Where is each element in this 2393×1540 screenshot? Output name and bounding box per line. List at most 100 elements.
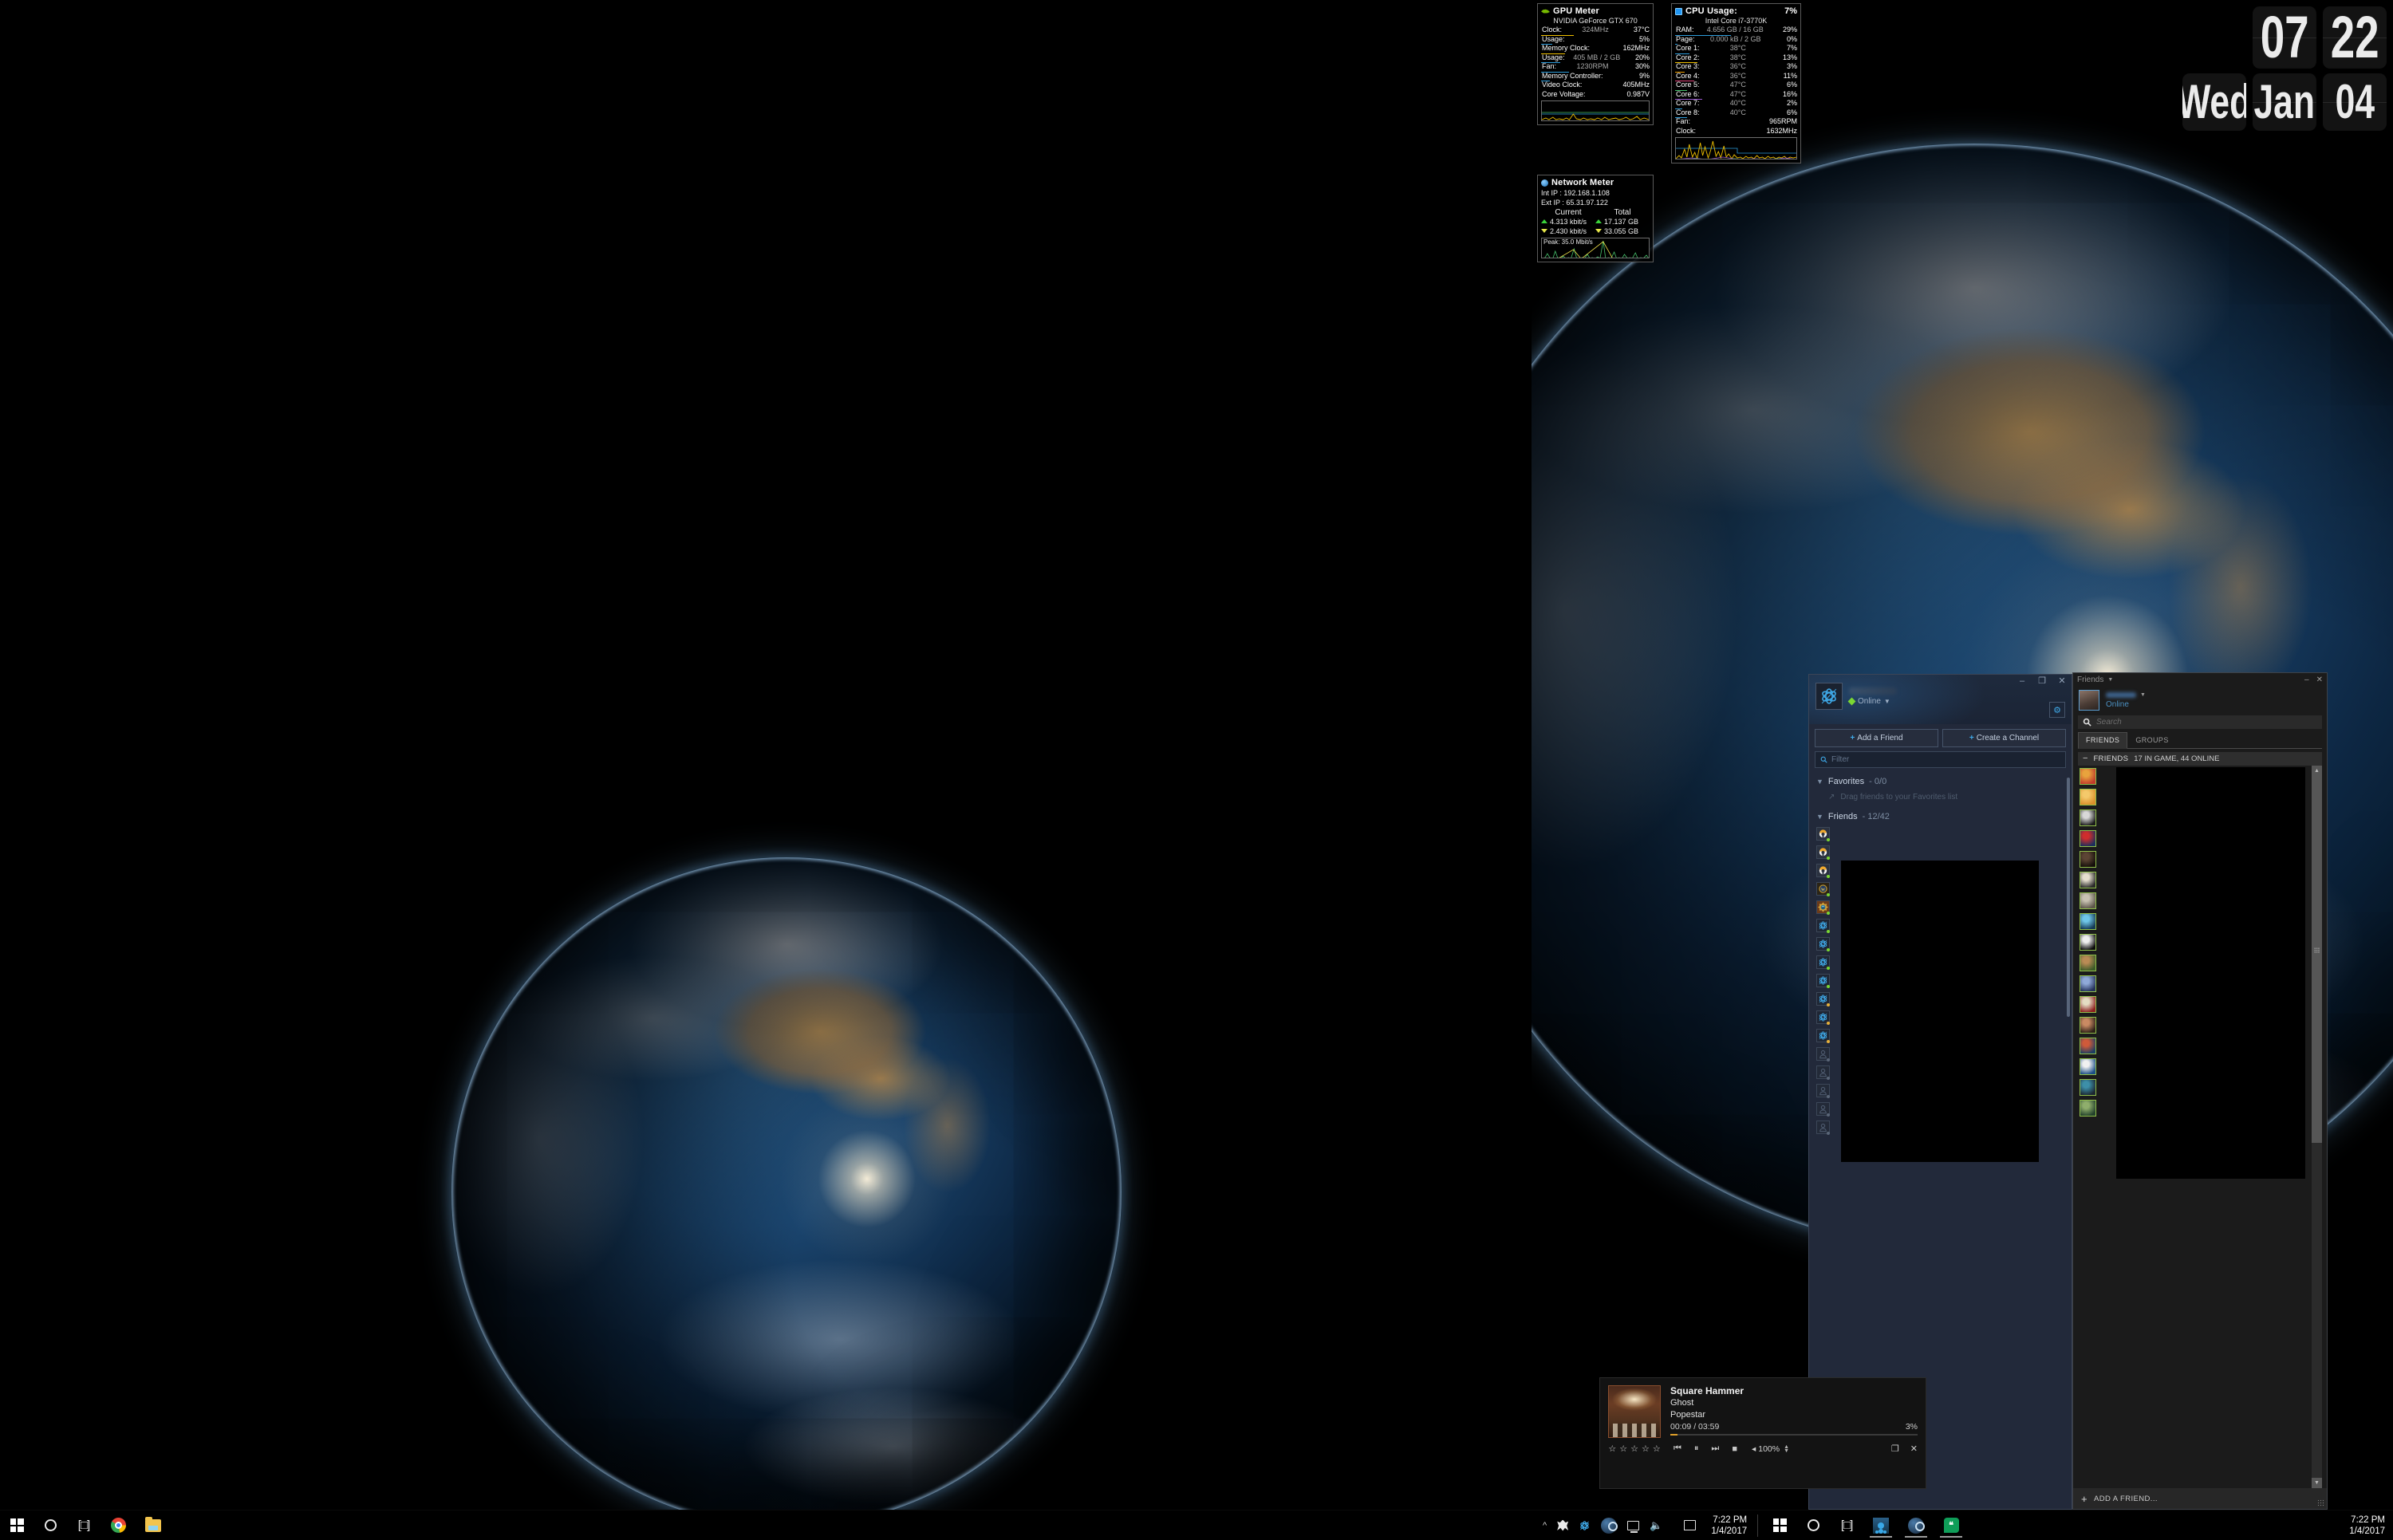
avatar[interactable] [2080,1016,2096,1034]
stop-button[interactable]: ■ [1732,1444,1737,1454]
tab-groups[interactable]: GROUPS [2127,732,2176,748]
start-button[interactable] [0,1510,34,1540]
task-view-button[interactable]: [□] [67,1510,101,1540]
media-player-widget[interactable]: Square Hammer Ghost Popestar 00:09 / 03:… [1599,1377,1926,1489]
avatar[interactable] [2080,767,2096,785]
cortana-search-button-right[interactable] [1796,1510,1830,1540]
battlenet-friend-row[interactable] [1809,843,2072,861]
steam-friends-group-header[interactable]: − FRIENDS 17 IN GAME, 44 ONLINE [2078,752,2322,766]
minus-icon[interactable]: − [2083,754,2087,763]
battlenet-scrollbar[interactable] [2067,778,2070,1017]
avatar[interactable] [2080,995,2096,1013]
steam-scroll-thumb[interactable] [2312,776,2322,1143]
rating-star[interactable]: ☆ [1642,1444,1650,1454]
msi-afterburner-tray-icon[interactable] [1557,1519,1569,1531]
steam-friends-list[interactable]: ▲ ▼ [2078,766,2322,1488]
rating-star[interactable]: ☆ [1619,1444,1627,1454]
show-hidden-icons-chevron[interactable]: ^ [1543,1521,1547,1530]
action-center-icon[interactable] [1684,1520,1697,1530]
avatar[interactable] [2079,690,2099,711]
add-a-friend-button[interactable]: + Add a Friend [1815,729,1938,747]
taskbar-right[interactable]: ^ 🔈 7:22 PM 1/4/2017 [□] ❝ 7:22 PM 1/4/2… [1532,1510,2393,1540]
avatar[interactable] [2080,1099,2096,1117]
battlenet-settings-button[interactable]: ⚙ [2049,702,2065,718]
taskbar-app-people[interactable] [1863,1510,1898,1540]
avatar[interactable] [2080,1078,2096,1096]
steam-tabs[interactable]: FRIENDS GROUPS [2078,732,2322,749]
player-restore-button[interactable]: ❐ [1891,1444,1899,1454]
taskbar-right-far-clock[interactable]: 7:22 PM 1/4/2017 [2344,1514,2393,1537]
favorites-empty-hint: ↗ Drag friends to your Favorites list [1809,790,2072,808]
steam-search-input[interactable]: Search [2078,715,2322,729]
taskbar-left[interactable]: [□] [0,1510,1532,1540]
pause-button[interactable]: ⏸ [1694,1444,1699,1454]
avatar[interactable] [2080,1058,2096,1075]
friend-status-dot [1827,1058,1830,1061]
rating-star[interactable]: ☆ [1608,1444,1616,1454]
volume-tray-icon[interactable]: 🔈 [1650,1519,1662,1532]
steam-add-friend-button[interactable]: + ADD A FRIEND... [2073,1488,2327,1509]
battlenet-friends-group[interactable]: ▼ Friends - 12/42 [1809,808,2072,825]
next-track-button[interactable]: ⏭ [1711,1444,1719,1454]
battlenet-window-controls[interactable]: – ❐ ✕ [2016,676,2068,686]
player-controls[interactable]: ☆ ☆ ☆ ☆ ☆ ⏮ ⏸ ⏭ ■ ◂ 100% ▲ ▼ ❐ ✕ [1600,1441,1926,1459]
steam-current-user[interactable]: ▼ Online [2073,686,2327,715]
avatar[interactable] [2080,850,2096,868]
player-window-controls[interactable]: ❐ ✕ [1891,1444,1918,1454]
taskbar-right-clock[interactable]: 7:22 PM 1/4/2017 [1706,1514,1747,1537]
taskbar-app-file-explorer[interactable] [136,1510,171,1540]
rating-star[interactable]: ☆ [1653,1444,1661,1454]
battlenet-status-selector[interactable]: Online ▼ [1847,697,1897,706]
avatar[interactable] [2080,954,2096,971]
volume-stepper[interactable]: ▲ ▼ [1784,1444,1789,1454]
steam-scroll-down-button[interactable]: ▼ [2312,1478,2322,1488]
battlenet-minimize-button[interactable]: – [2016,676,2028,686]
battlenet-filter-input[interactable]: Filter [1815,751,2066,768]
avatar[interactable] [2080,975,2096,992]
steam-scroll-up-button[interactable]: ▲ [2312,766,2322,776]
task-view-button-right[interactable]: [□] [1830,1510,1863,1540]
player-close-button[interactable]: ✕ [1910,1444,1918,1454]
steam-tray-icon[interactable] [1601,1517,1618,1534]
battlenet-close-button[interactable]: ✕ [2056,676,2068,686]
avatar[interactable] [2080,1037,2096,1054]
steam-status-label[interactable]: Online [2106,700,2146,709]
taskbar-app-steam[interactable] [1898,1510,1934,1540]
steam-close-button[interactable]: ✕ [2316,675,2323,684]
stepper-down-icon[interactable]: ▼ [1784,1448,1789,1454]
friend-status-dot [1827,985,1830,988]
taskbar-app-chrome[interactable] [101,1510,136,1540]
steam-minimize-button[interactable]: – [2304,675,2309,684]
steam-scrollbar[interactable]: ▲ ▼ [2312,766,2322,1488]
tab-friends[interactable]: FRIENDS [2078,732,2128,749]
cortana-search-button[interactable] [34,1510,67,1540]
taskbar-app-hangouts[interactable]: ❝ [1934,1510,1969,1540]
resize-grip-icon[interactable] [2317,1499,2324,1507]
previous-track-button[interactable]: ⏮ [1674,1444,1681,1454]
battlenet-filter-placeholder: Filter [1831,755,1850,764]
battlenet-avatar[interactable] [1815,683,1843,710]
steam-friends-window[interactable]: Friends ▼ – ✕ ▼ Online Search FRIENDS GR… [2072,672,2328,1510]
start-button-right[interactable] [1763,1510,1796,1540]
battlenet-favorites-group[interactable]: ▼ Favorites - 0/0 [1809,773,2072,790]
volume-control[interactable]: ◂ 100% ▲ ▼ [1752,1444,1789,1454]
battlenet-friend-row[interactable] [1809,825,2072,843]
create-a-channel-button[interactable]: + Create a Channel [1942,729,2066,747]
avatar[interactable] [2080,809,2096,826]
chevron-down-icon[interactable]: ▼ [2140,692,2146,698]
rating-star[interactable]: ☆ [1630,1444,1638,1454]
avatar[interactable] [2080,933,2096,951]
rating-stars[interactable]: ☆ ☆ ☆ ☆ ☆ [1608,1444,1661,1454]
avatar[interactable] [2080,829,2096,847]
avatar[interactable] [2080,912,2096,930]
battlenet-maximize-button[interactable]: ❐ [2036,676,2048,686]
battlenet-profile[interactable]: Online ▼ [1815,683,1897,710]
avatar[interactable] [2080,892,2096,909]
chevron-down-icon[interactable]: ▼ [2107,677,2113,683]
avatar[interactable] [2080,871,2096,888]
progress-bar[interactable] [1670,1434,1918,1436]
network-tray-icon[interactable] [1627,1520,1640,1533]
battlenet-tray-icon[interactable] [1579,1519,1591,1531]
steam-title-bar[interactable]: Friends ▼ – ✕ [2073,673,2327,686]
avatar[interactable] [2080,788,2096,805]
